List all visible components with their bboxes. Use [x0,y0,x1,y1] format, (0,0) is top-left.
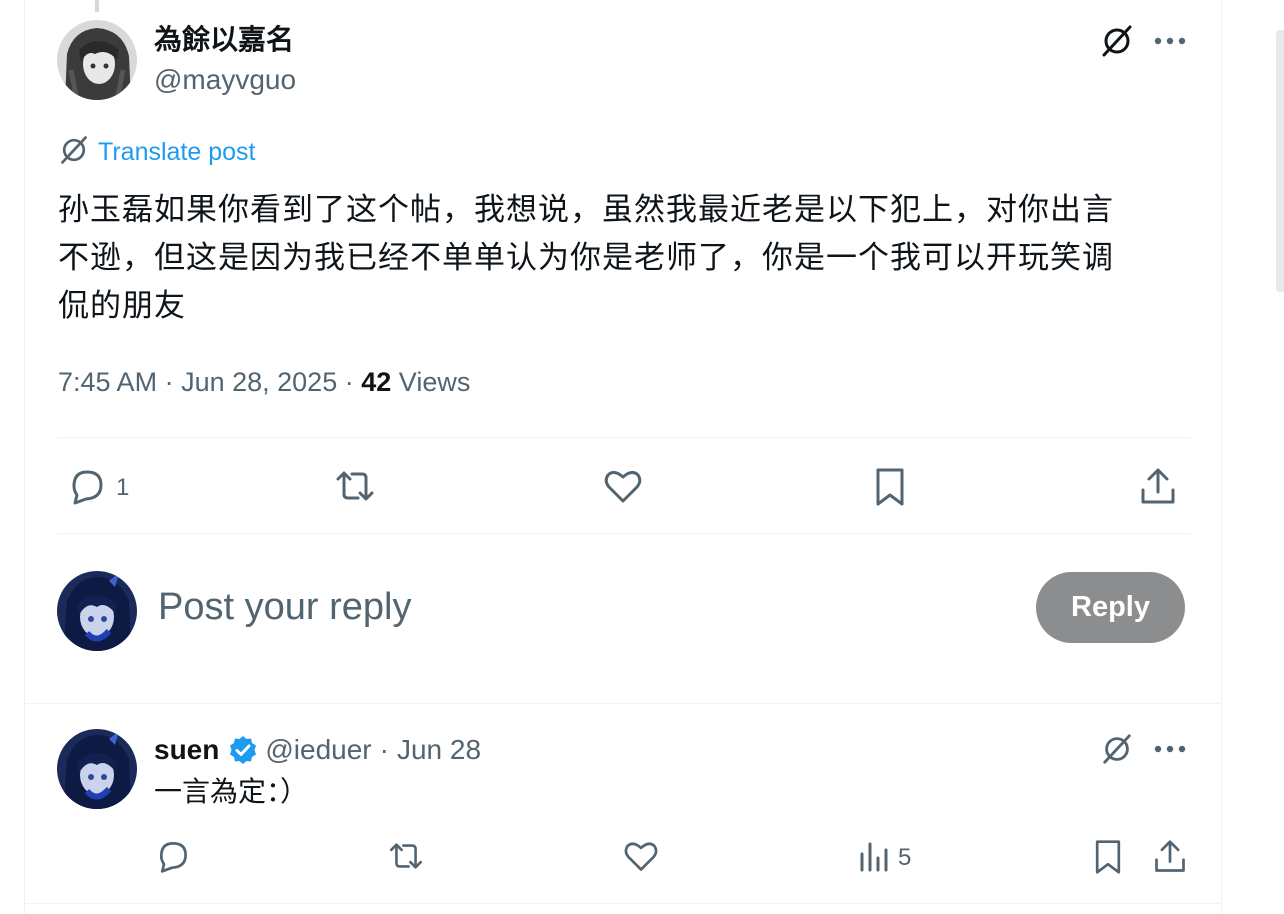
bookmark-icon [870,466,910,512]
reply-action-button[interactable]: 1 [66,466,129,510]
more-options-icon[interactable] [1152,734,1188,764]
meta-separator: · [379,734,389,765]
reply-submit-button[interactable]: Reply [1036,572,1185,643]
translate-post-link[interactable]: Translate post [58,134,255,170]
reply-repost-button[interactable] [386,838,426,878]
reply-count: 1 [116,474,130,501]
post-date[interactable]: Jun 28, 2025 [181,367,337,397]
timeline-left-border [24,0,25,914]
timeline-right-border [1221,0,1222,914]
meta-separator: · [164,367,182,397]
reply-input[interactable]: Post your reply [158,584,411,630]
like-action-button[interactable] [602,466,644,510]
reply-reply-button[interactable] [154,838,192,878]
analytics-icon [858,838,890,878]
reply-date[interactable]: Jun 28 [397,734,481,766]
author-avatar[interactable] [57,20,137,100]
repost-icon [332,466,378,510]
share-action-button[interactable] [1138,466,1178,512]
meta-separator: · [344,367,362,397]
section-divider [24,903,1222,904]
like-icon [622,838,660,878]
scrollbar[interactable] [1276,30,1284,292]
like-icon [602,466,644,510]
reply-share-button[interactable] [1152,838,1188,880]
bookmark-icon [1090,838,1126,880]
share-icon [1138,466,1178,512]
reply-author-handle[interactable]: @ieduer [265,734,371,766]
current-user-avatar[interactable] [57,571,137,651]
reply-views-count: 5 [898,844,912,871]
translate-icon [58,134,90,170]
reply-header: suen @ieduer · Jun 28 [154,730,481,770]
grok-icon[interactable] [1098,22,1136,60]
post-text-line: 孙玉磊如果你看到了这个帖，我想说，虽然我最近老是以下犯上，对你出言 [58,192,1114,228]
reply-author-name[interactable]: suen [154,734,219,766]
bookmark-action-button[interactable] [870,466,910,512]
author-name[interactable]: 為餘以嘉名 [154,22,294,58]
grok-icon[interactable] [1098,730,1136,768]
post-text-line: 侃的朋友 [58,288,186,324]
repost-action-button[interactable] [332,466,378,510]
section-divider [24,703,1222,704]
translate-post-label[interactable]: Translate post [98,138,255,167]
reply-author-avatar[interactable] [57,729,137,809]
divider [58,533,1190,534]
views-label: Views [398,367,471,397]
reply-bookmark-button[interactable] [1090,838,1126,880]
author-handle[interactable]: @mayvguo [154,62,296,98]
repost-icon [386,838,426,878]
post-text-line: 不逊，但这是因为我已经不单单认为你是老师了，你是一个我可以开玩笑调 [58,240,1114,276]
post-time[interactable]: 7:45 AM [58,367,157,397]
more-options-icon[interactable] [1152,26,1188,56]
share-icon [1152,838,1188,880]
divider [58,437,1190,438]
views-count: 42 [361,367,392,397]
post-metadata: 7:45 AM · Jun 28, 2025 · 42 Views [58,362,470,402]
reply-like-button[interactable] [622,838,660,878]
reply-text: 一言為定：） [154,775,309,808]
verified-badge-icon[interactable] [227,734,259,766]
reply-views-button[interactable]: 5 [858,838,911,878]
reply-icon [66,466,108,510]
reply-icon [154,838,192,878]
post-text: 孙玉磊如果你看到了这个帖，我想说，虽然我最近老是以下犯上，对你出言 不逊，但这是… [58,186,1198,330]
thread-connector-line [95,0,99,12]
